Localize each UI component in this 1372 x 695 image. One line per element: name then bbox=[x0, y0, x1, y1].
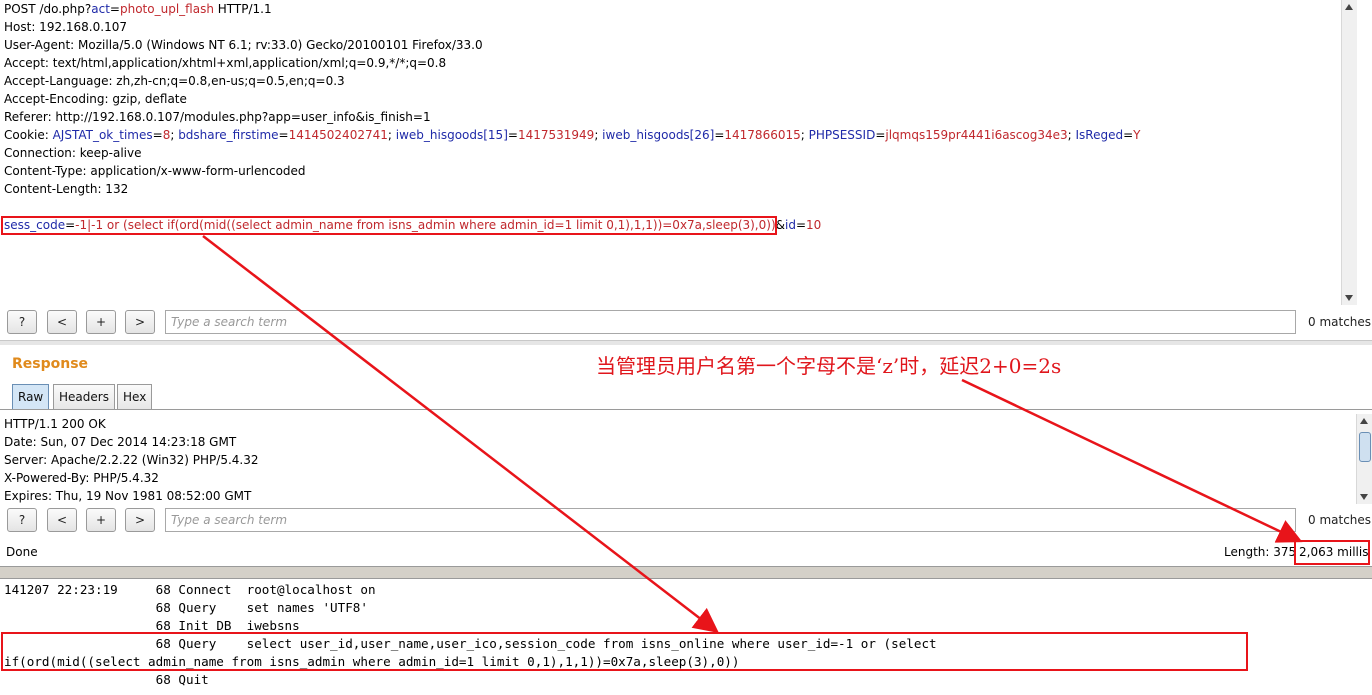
request-text-segment: ; bbox=[387, 128, 396, 142]
response-line: Date: Sun, 07 Dec 2014 14:23:18 GMT bbox=[4, 435, 237, 449]
request-text-segment: Accept-Encoding: gzip, deflate bbox=[4, 92, 187, 106]
request-text-segment: & bbox=[775, 218, 785, 232]
help-button[interactable]: ? bbox=[7, 508, 37, 532]
scroll-down-arrow-icon[interactable] bbox=[1345, 295, 1353, 301]
tab-hex[interactable]: Hex bbox=[117, 384, 153, 410]
request-text-segment: Host: 192.168.0.107 bbox=[4, 20, 127, 34]
response-line: X-Powered-By: PHP/5.4.32 bbox=[4, 471, 159, 485]
request-scrollbar[interactable] bbox=[1341, 0, 1357, 305]
next-match-button[interactable]: > bbox=[125, 508, 155, 532]
status-done: Done bbox=[6, 545, 38, 559]
param-name: PHPSESSID bbox=[808, 128, 876, 142]
request-text-segment: = bbox=[278, 128, 289, 142]
response-title: Response bbox=[12, 356, 89, 372]
request-text-segment: ; bbox=[594, 128, 603, 142]
request-text-segment: Cookie: bbox=[4, 128, 53, 142]
response-line: Expires: Thu, 19 Nov 1981 08:52:00 GMT bbox=[4, 489, 252, 503]
request-text-segment: POST /do.php? bbox=[4, 2, 92, 16]
request-text-segment: = bbox=[109, 2, 120, 16]
delay-annotation: 当管理员用户名第一个字母不是‘z’时，延迟2+0=2s bbox=[596, 354, 1062, 378]
request-line: Content-Type: application/x-www-form-url… bbox=[4, 162, 306, 180]
scroll-up-arrow-icon[interactable] bbox=[1345, 4, 1353, 10]
response-scrollbar[interactable] bbox=[1356, 414, 1372, 504]
request-text-segment: = bbox=[1123, 128, 1134, 142]
request-text-segment: ; bbox=[800, 128, 809, 142]
request-text-segment: User-Agent: Mozilla/5.0 (Windows NT 6.1;… bbox=[4, 38, 483, 52]
param-name: act bbox=[91, 2, 110, 16]
param-name: iweb_hisgoods[15] bbox=[395, 128, 508, 142]
request-search-input[interactable] bbox=[165, 310, 1296, 334]
request-text-segment: Referer: http://192.168.0.107/modules.ph… bbox=[4, 110, 431, 124]
request-text-segment: = bbox=[875, 128, 886, 142]
scroll-down-arrow-icon[interactable] bbox=[1360, 494, 1368, 500]
request-text-segment: = bbox=[507, 128, 518, 142]
request-text-segment: ; bbox=[1067, 128, 1076, 142]
param-name: id bbox=[784, 218, 796, 232]
param-name: bdshare_firstime bbox=[178, 128, 279, 142]
tab-underline bbox=[0, 409, 1372, 410]
tab-raw[interactable]: Raw bbox=[12, 384, 50, 410]
scroll-up-arrow-icon[interactable] bbox=[1360, 418, 1368, 424]
response-viewer[interactable]: HTTP/1.1 200 OK Date: Sun, 07 Dec 2014 1… bbox=[0, 414, 1357, 506]
request-match-count: 0 matches bbox=[1308, 315, 1372, 329]
time-highlight-box bbox=[1294, 540, 1370, 565]
request-line: Accept-Language: zh,zh-cn;q=0.8,en-us;q=… bbox=[4, 72, 345, 90]
request-text-segment: Content-Length: 132 bbox=[4, 182, 129, 196]
request-text-segment: Accept: text/html,application/xhtml+xml,… bbox=[4, 56, 447, 70]
request-line: Referer: http://192.168.0.107/modules.ph… bbox=[4, 108, 431, 126]
previous-match-button[interactable]: < bbox=[47, 508, 77, 532]
request-text-segment: Content-Type: application/x-www-form-url… bbox=[4, 164, 306, 178]
param-name: AJSTAT_ok_times bbox=[52, 128, 153, 142]
param-value: jlqmqs159pr4441i6ascog34e3 bbox=[885, 128, 1068, 142]
param-value: photo_upl_flash bbox=[119, 2, 214, 16]
request-text-segment: Accept-Language: zh,zh-cn;q=0.8,en-us;q=… bbox=[4, 74, 345, 88]
response-length: Length: 375 bbox=[1224, 545, 1297, 559]
response-match-count: 0 matches bbox=[1308, 513, 1372, 527]
request-line: POST /do.php?act=photo_upl_flash HTTP/1.… bbox=[4, 0, 272, 18]
log-line: 68 Query set names 'UTF8' bbox=[4, 600, 368, 615]
payload-highlight-box bbox=[1, 216, 777, 235]
response-line: HTTP/1.1 200 OK bbox=[4, 417, 106, 431]
request-text-segment: = bbox=[152, 128, 163, 142]
param-value: 1417531949 bbox=[517, 128, 595, 142]
request-text-segment: HTTP/1.1 bbox=[213, 2, 272, 16]
request-line: Cookie: AJSTAT_ok_times=8; bdshare_first… bbox=[4, 126, 1141, 144]
request-editor[interactable]: POST /do.php?act=photo_upl_flash HTTP/1.… bbox=[0, 0, 1357, 305]
request-line: Host: 192.168.0.107 bbox=[4, 18, 127, 36]
param-value: 1414502402741 bbox=[288, 128, 388, 142]
request-line: User-Agent: Mozilla/5.0 (Windows NT 6.1;… bbox=[4, 36, 483, 54]
query-highlight-box bbox=[1, 632, 1248, 671]
log-line: 141207 22:23:19 68 Connect root@localhos… bbox=[4, 582, 376, 597]
request-line: Connection: keep-alive bbox=[4, 144, 142, 162]
request-text-segment: = bbox=[714, 128, 725, 142]
help-button[interactable]: ? bbox=[7, 310, 37, 334]
param-value: 10 bbox=[806, 218, 822, 232]
response-search-input[interactable] bbox=[165, 508, 1296, 532]
tab-headers[interactable]: Headers bbox=[53, 384, 115, 410]
request-line: Accept: text/html,application/xhtml+xml,… bbox=[4, 54, 446, 72]
param-value: 1417866015 bbox=[724, 128, 801, 142]
param-name: IsReged bbox=[1075, 128, 1124, 142]
request-line: Content-Length: 132 bbox=[4, 180, 128, 198]
add-search-button[interactable]: + bbox=[86, 310, 116, 334]
previous-match-button[interactable]: < bbox=[47, 310, 77, 334]
next-match-button[interactable]: > bbox=[125, 310, 155, 334]
request-text-segment: = bbox=[795, 218, 806, 232]
response-line: Server: Apache/2.2.22 (Win32) PHP/5.4.32 bbox=[4, 453, 259, 467]
param-value: Y bbox=[1133, 128, 1141, 142]
log-line: 68 Quit bbox=[4, 672, 209, 687]
param-name: iweb_hisgoods[26] bbox=[602, 128, 715, 142]
add-search-button[interactable]: + bbox=[86, 508, 116, 532]
request-text-segment: ; bbox=[170, 128, 179, 142]
scroll-thumb[interactable] bbox=[1359, 432, 1371, 462]
pane-splitter[interactable] bbox=[0, 340, 1372, 345]
request-line: Accept-Encoding: gzip, deflate bbox=[4, 90, 187, 108]
request-text-segment: Connection: keep-alive bbox=[4, 146, 142, 160]
